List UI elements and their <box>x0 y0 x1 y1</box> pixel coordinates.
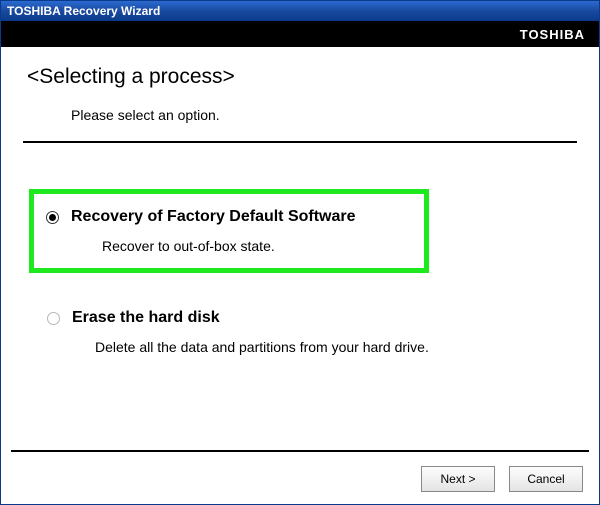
window-title: TOSHIBA Recovery Wizard <box>7 4 160 18</box>
prompt-text: Please select an option. <box>71 107 577 123</box>
option-recovery[interactable]: Recovery of Factory Default Software Rec… <box>29 189 429 273</box>
radio-row-recovery: Recovery of Factory Default Software <box>46 208 406 226</box>
option-recovery-label: Recovery of Factory Default Software <box>71 208 356 226</box>
titlebar: TOSHIBA Recovery Wizard <box>1 1 599 21</box>
next-button[interactable]: Next > <box>421 466 495 492</box>
radio-recovery[interactable] <box>46 211 59 224</box>
cancel-button[interactable]: Cancel <box>509 466 583 492</box>
radio-row-erase: Erase the hard disk <box>47 309 559 327</box>
brand-logo: TOSHIBA <box>520 27 585 42</box>
content-area: <Selecting a process> Please select an o… <box>1 47 599 361</box>
option-erase-label: Erase the hard disk <box>72 309 220 327</box>
option-erase-desc: Delete all the data and partitions from … <box>95 339 559 355</box>
button-row: Next > Cancel <box>421 466 583 492</box>
page-title: <Selecting a process> <box>27 65 577 89</box>
option-erase[interactable]: Erase the hard disk Delete all the data … <box>33 303 577 361</box>
brand-header: TOSHIBA <box>1 21 599 47</box>
divider-top <box>23 141 577 143</box>
option-recovery-desc: Recover to out-of-box state. <box>102 238 406 254</box>
wizard-window: TOSHIBA Recovery Wizard TOSHIBA <Selecti… <box>0 0 600 505</box>
radio-erase[interactable] <box>47 312 60 325</box>
divider-bottom <box>11 450 589 452</box>
